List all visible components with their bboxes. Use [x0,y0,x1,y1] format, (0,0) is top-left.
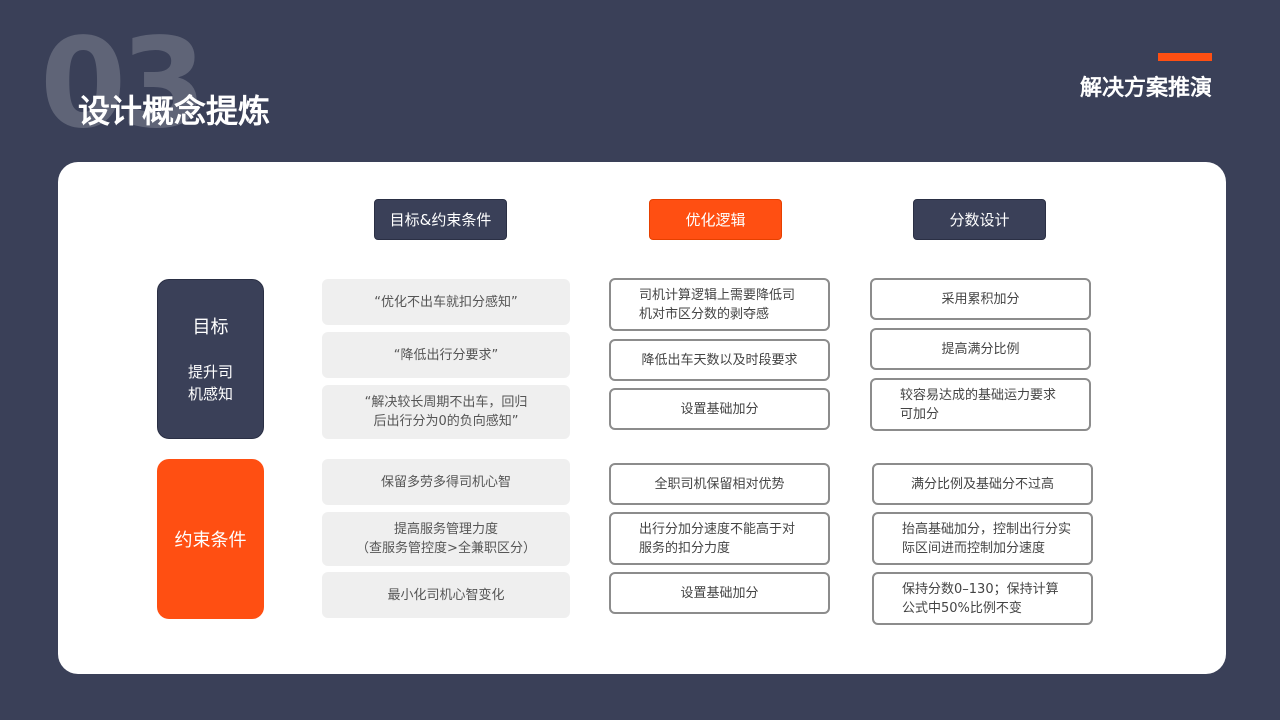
constraint-score-item: 保持分数0–130；保持计算 公式中50%比例不变 [872,572,1093,625]
constraint-logic-item: 设置基础加分 [609,572,830,614]
header-score: 分数设计 [913,199,1046,240]
goal-logic-item: 降低出车天数以及时段要求 [609,339,830,381]
constraint-logic-item: 全职司机保留相对优势 [609,463,830,505]
constraint-item: 提高服务管理力度 （查服务管控度>全兼职区分） [322,512,570,566]
row-label-constraint: 约束条件 [157,459,264,619]
row-label-constraint-title: 约束条件 [174,530,247,551]
row-label-goal-sub: 提升司 机感知 [187,363,233,403]
goal-score-item: 采用累积加分 [870,278,1091,320]
accent-bar [1158,53,1212,61]
row-label-goal: 目标 提升司 机感知 [157,279,264,439]
constraint-item: 最小化司机心智变化 [322,572,570,618]
section-label: 解决方案推演 [1079,76,1212,101]
constraint-score-item: 满分比例及基础分不过高 [872,463,1093,505]
goal-score-item: 较容易达成的基础运力要求 可加分 [870,378,1091,431]
constraint-item: 保留多劳多得司机心智 [322,459,570,505]
goal-item: “降低出行分要求” [322,332,570,378]
header-logic: 优化逻辑 [649,199,782,240]
goal-logic-item: 设置基础加分 [609,388,830,430]
goal-item: “优化不出车就扣分感知” [322,279,570,325]
goal-score-item: 提高满分比例 [870,328,1091,370]
page-title: 设计概念提炼 [78,92,271,130]
content-card: 目标&约束条件 优化逻辑 分数设计 目标 提升司 机感知 约束条件 “优化不出车… [58,162,1226,674]
header-goals-constraints: 目标&约束条件 [374,199,507,240]
constraint-score-item: 抬高基础加分，控制出行分实 际区间进而控制加分速度 [872,512,1093,565]
constraint-logic-item: 出行分加分速度不能高于对 服务的扣分力度 [609,512,830,565]
row-label-goal-title: 目标 [192,317,229,338]
goal-logic-item: 司机计算逻辑上需要降低司 机对市区分数的剥夺感 [609,278,830,331]
goal-item: “解决较长周期不出车，回归 后出行分为0的负向感知” [322,385,570,439]
